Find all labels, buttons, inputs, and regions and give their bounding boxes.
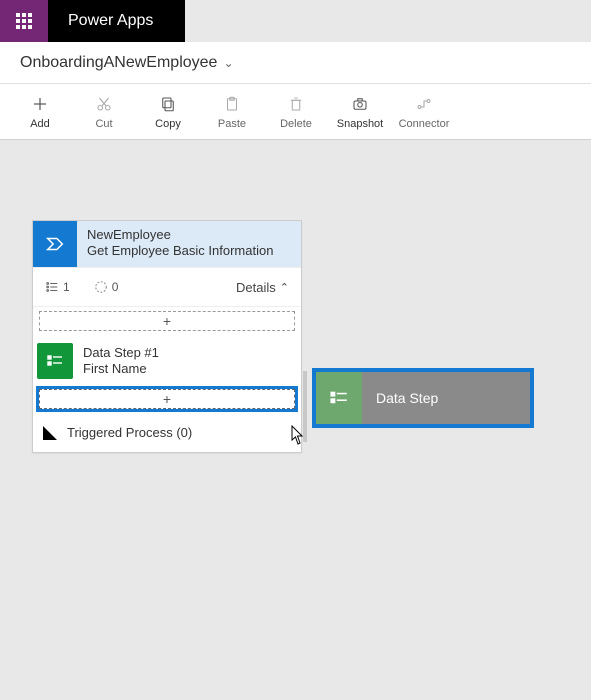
flow-name[interactable]: OnboardingANewEmployee [20,54,217,72]
plus-icon: + [163,391,171,407]
details-toggle[interactable]: Details ⌃ [236,280,289,295]
step-type-icon [33,221,77,267]
steps-count: 1 [45,280,70,294]
delete-button[interactable]: Delete [264,84,328,140]
paste-label: Paste [218,118,246,130]
app-title: Power Apps [48,12,173,30]
plus-icon [30,94,50,114]
data-step-icon [37,343,73,379]
step-card[interactable]: NewEmployee Get Employee Basic Informati… [32,220,302,453]
top-bar: Power Apps [0,0,591,42]
step-card-header[interactable]: NewEmployee Get Employee Basic Informati… [33,221,301,267]
connector-label: Connector [399,118,450,130]
chevron-up-icon: ⌃ [280,281,289,294]
trash-icon [286,94,306,114]
data-step-item[interactable]: Data Step #1 First Name [33,337,301,385]
plus-icon: + [163,313,171,329]
step-card-stats: 1 0 Details ⌃ [33,267,301,307]
snapshot-label: Snapshot [337,118,383,130]
snapshot-button[interactable]: Snapshot [328,84,392,140]
add-label: Add [30,118,50,130]
camera-icon [350,94,370,114]
toolbar: Add Cut Copy Paste Delete Snapshot Con [0,84,591,140]
scissors-icon [94,94,114,114]
pending-count-value: 0 [112,280,119,294]
data-step-sub: First Name [83,361,159,377]
paste-button[interactable]: Paste [200,84,264,140]
scrollbar[interactable] [303,371,307,442]
cut-label: Cut [95,118,112,130]
pending-count: 0 [94,280,119,294]
data-step-icon [316,372,362,424]
cut-button[interactable]: Cut [72,84,136,140]
copy-icon [158,94,178,114]
step-subtitle: Get Employee Basic Information [87,243,291,259]
steps-count-value: 1 [63,280,70,294]
copy-button[interactable]: Copy [136,84,200,140]
chevron-down-icon[interactable]: ⌄ [223,56,233,70]
breadcrumb-bar: OnboardingANewEmployee ⌄ [0,42,591,84]
connector-button[interactable]: Connector [392,84,456,140]
designer-canvas[interactable]: NewEmployee Get Employee Basic Informati… [0,140,591,700]
add-button[interactable]: Add [8,84,72,140]
insert-slot-top[interactable]: + [39,311,295,331]
step-card-title-block: NewEmployee Get Employee Basic Informati… [77,221,301,267]
step-card-body: + Data Step #1 First Name + Triggered Pr… [33,311,301,452]
clipboard-icon [222,94,242,114]
triangle-icon [43,426,57,440]
app-launcher-button[interactable] [0,0,48,42]
delete-label: Delete [280,118,312,130]
data-step-title: Data Step #1 [83,345,159,361]
waffle-icon [16,13,32,29]
drag-tile-label: Data Step [362,390,438,406]
drag-preview-tile[interactable]: Data Step [312,368,534,428]
step-title: NewEmployee [87,227,291,243]
triggered-process-row[interactable]: Triggered Process (0) [33,415,301,452]
connector-icon [414,94,434,114]
details-label: Details [236,280,276,295]
data-step-text: Data Step #1 First Name [83,345,159,378]
top-bar-spacer [185,0,591,42]
triggered-label: Triggered Process (0) [67,425,192,440]
insert-slot-selected[interactable]: + [39,389,295,409]
copy-label: Copy [155,118,181,130]
